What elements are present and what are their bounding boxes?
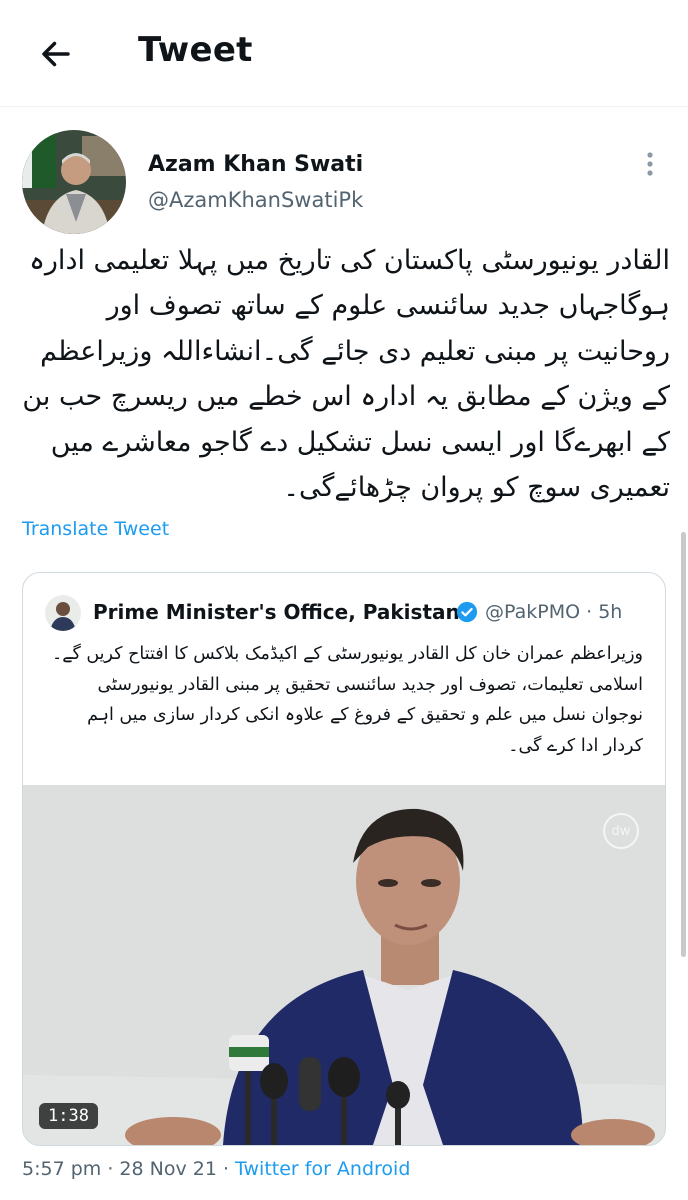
more-vertical-icon xyxy=(647,152,653,176)
arrow-left-icon xyxy=(42,41,70,67)
more-options-button[interactable] xyxy=(632,146,668,182)
back-button[interactable] xyxy=(30,28,82,80)
quoted-author-name: Prime Minister's Office, Pakistan xyxy=(93,600,460,624)
video-player[interactable]: dw 1:38 xyxy=(23,785,665,1145)
author-handle[interactable]: @AzamKhanSwatiPk xyxy=(148,188,363,212)
tweet-date: 28 Nov 21 xyxy=(119,1158,217,1180)
author-name[interactable]: Azam Khan Swati xyxy=(148,152,363,177)
tweet-time: 5:57 pm xyxy=(22,1158,102,1180)
top-app-bar: Tweet xyxy=(0,0,688,107)
quoted-age: 5h xyxy=(598,601,623,623)
tweet-metadata: 5:57 pm · 28 Nov 21 · Twitter for Androi… xyxy=(22,1158,411,1180)
tweet-text: القادر یونیورسٹی پاکستان کی تاریخ میں پہ… xyxy=(22,245,670,504)
video-thumbnail xyxy=(23,785,665,1145)
quoted-handle-line: @PakPMO · 5h xyxy=(485,601,623,623)
scrollbar[interactable] xyxy=(681,532,686,957)
quoted-handle: @PakPMO xyxy=(485,601,581,623)
translate-tweet-link[interactable]: Translate Tweet xyxy=(22,518,169,540)
video-duration-badge: 1:38 xyxy=(39,1103,98,1129)
quoted-text: وزیراعظم عمران خان کل القادر یونیورسٹی ک… xyxy=(51,644,643,756)
author-avatar[interactable] xyxy=(22,130,126,234)
quoted-avatar xyxy=(45,595,81,631)
verified-badge-icon xyxy=(456,601,478,623)
dw-watermark-logo: dw xyxy=(603,813,639,849)
page-title: Tweet xyxy=(138,30,253,70)
tweet-source-link[interactable]: Twitter for Android xyxy=(235,1158,410,1180)
quoted-tweet[interactable]: Prime Minister's Office, Pakistan @PakPM… xyxy=(22,572,666,1146)
